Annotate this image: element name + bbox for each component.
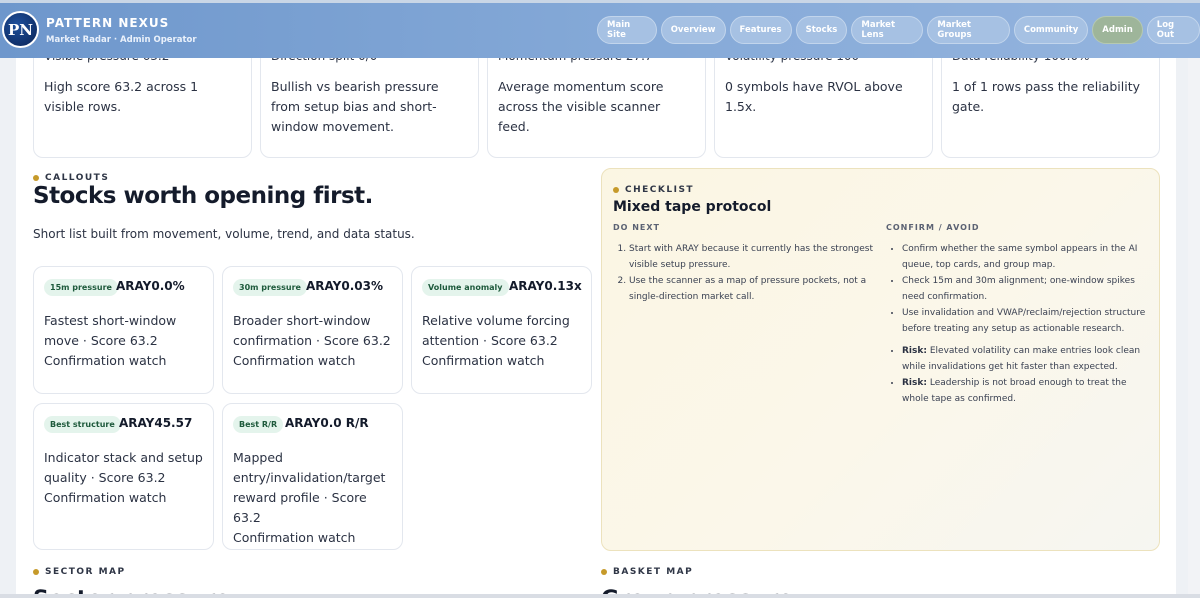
stock-card-reason: Fastest short-window move · Score 63.2 [44,313,177,348]
callouts-eyebrow-text: CALLOUTS [45,173,110,183]
stock-card-status: Confirmation watch [44,353,167,368]
risk-item: Risk: Leadership is not broad enough to … [902,375,1154,407]
pill-badge: 15m pressure [44,279,118,296]
nav-community[interactable]: Community [1013,16,1089,44]
stock-card-status: Confirmation watch [233,353,356,368]
scrollbar-track[interactable] [1188,58,1200,598]
nav-admin[interactable]: Admin [1092,16,1143,44]
stock-card-status: Confirmation watch [233,530,356,545]
callouts-lede: Short list built from movement, volume, … [33,227,415,241]
risk-label: Risk: [902,346,927,356]
callouts-eyebrow: CALLOUTS [33,173,109,183]
stock-card-reason: Mapped entry/invalidation/target reward … [233,450,386,525]
checklist-eyebrow: CHECKLIST [613,185,694,195]
window-bottom-edge [0,594,1200,598]
gold-dot-icon [613,187,619,193]
nav-features[interactable]: Features [729,16,792,44]
stock-card-reason: Broader short-window confirmation · Scor… [233,313,391,348]
metric-description: High score 63.2 across 1 visible rows. [44,79,199,114]
pill-badge: Best R/R [233,416,284,433]
stock-card-status: Confirmation watch [422,353,545,368]
stock-symbol: ARAY0.03% [306,279,383,293]
basket-map-eyebrow: BASKET MAP [601,567,693,577]
brand-logo[interactable]: PN [2,11,39,48]
risk-item: Risk: Elevated volatility can make entri… [902,343,1154,375]
stock-card-15m-pressure[interactable]: 15m pressure ARAY0.0% Fastest short-wind… [33,266,214,394]
pill-badge: 30m pressure [233,279,307,296]
stock-symbol: ARAY0.0% [116,279,185,293]
brand-title: PATTERN NEXUS [46,16,170,30]
checklist-panel: CHECKLIST Mixed tape protocol DO NEXT St… [601,168,1160,551]
confirm-avoid-heading: CONFIRM / AVOID [886,223,980,232]
confirm-avoid-list: Confirm whether the same symbol appears … [886,241,1154,407]
stock-card-volume-anomaly[interactable]: Volume anomaly ARAY0.13x Relative volume… [411,266,592,394]
risk-text: Elevated volatility can make entries loo… [902,346,1141,372]
stock-card-body: Mapped entry/invalidation/target reward … [233,448,392,548]
brand-subtitle: Market Radar · Admin Operator [46,35,197,45]
stock-card-body: Indicator stack and setup quality · Scor… [44,448,203,508]
gold-dot-icon [33,569,39,575]
pill-badge: Best structure [44,416,121,433]
stock-symbol: ARAY0.13x [509,279,582,293]
sector-map-eyebrow-text: SECTOR MAP [45,567,126,577]
stock-card-30m-pressure[interactable]: 30m pressure ARAY0.03% Broader short-win… [222,266,403,394]
stock-card-reason: Indicator stack and setup quality · Scor… [44,450,203,485]
nav-market-groups[interactable]: Market Groups [927,16,1010,44]
confirm-item: Use invalidation and VWAP/reclaim/reject… [902,305,1154,337]
checklist-eyebrow-text: CHECKLIST [625,185,695,195]
stock-card-best-rr[interactable]: Best R/R ARAY0.0 R/R Mapped entry/invali… [222,403,403,550]
stock-card-reason: Relative volume forcing attention · Scor… [422,313,570,348]
stock-symbol: ARAY45.57 [119,416,193,430]
page-content: Visible pressure 63.2 High score 63.2 ac… [16,0,1176,598]
gold-dot-icon [601,569,607,575]
do-next-heading: DO NEXT [613,223,661,232]
nav-main-site[interactable]: Main Site [597,16,657,44]
stock-symbol: ARAY0.0 R/R [285,416,369,430]
nav-market-lens[interactable]: Market Lens [851,16,924,44]
stock-card-best-structure[interactable]: Best structure ARAY45.57 Indicator stack… [33,403,214,550]
gold-dot-icon [33,175,39,181]
sector-map-eyebrow: SECTOR MAP [33,567,126,577]
basket-map-eyebrow-text: BASKET MAP [613,567,694,577]
callouts-title: Stocks worth opening first. [33,183,373,209]
checklist-title: Mixed tape protocol [613,199,772,215]
metric-description: 0 symbols have RVOL above 1.5x. [725,79,903,114]
main-nav: Main Site Overview Features Stocks Marke… [597,16,1200,44]
nav-log-out[interactable]: Log Out [1146,16,1200,44]
pill-badge: Volume anomaly [422,279,509,296]
stock-card-body: Broader short-window confirmation · Scor… [233,311,392,371]
nav-overview[interactable]: Overview [660,16,726,44]
metric-description: Bullish vs bearish pressure from setup b… [271,79,439,134]
risk-text: Leadership is not broad enough to treat … [902,378,1127,404]
metric-description: Average momentum score across the visibl… [498,79,664,134]
stock-card-body: Fastest short-window move · Score 63.2 C… [44,311,203,371]
do-next-item: Start with ARAY because it currently has… [629,241,875,273]
metric-description: 1 of 1 rows pass the reliability gate. [952,79,1140,114]
confirm-item: Confirm whether the same symbol appears … [902,241,1154,273]
risk-label: Risk: [902,378,927,388]
nav-stocks[interactable]: Stocks [795,16,848,44]
do-next-item: Use the scanner as a map of pressure poc… [629,273,875,305]
confirm-item: Check 15m and 30m alignment; one-window … [902,273,1154,305]
top-header: PN PATTERN NEXUS Market Radar · Admin Op… [0,0,1200,58]
stock-card-status: Confirmation watch [44,490,167,505]
do-next-list: Start with ARAY because it currently has… [613,241,875,305]
stock-card-body: Relative volume forcing attention · Scor… [422,311,581,371]
